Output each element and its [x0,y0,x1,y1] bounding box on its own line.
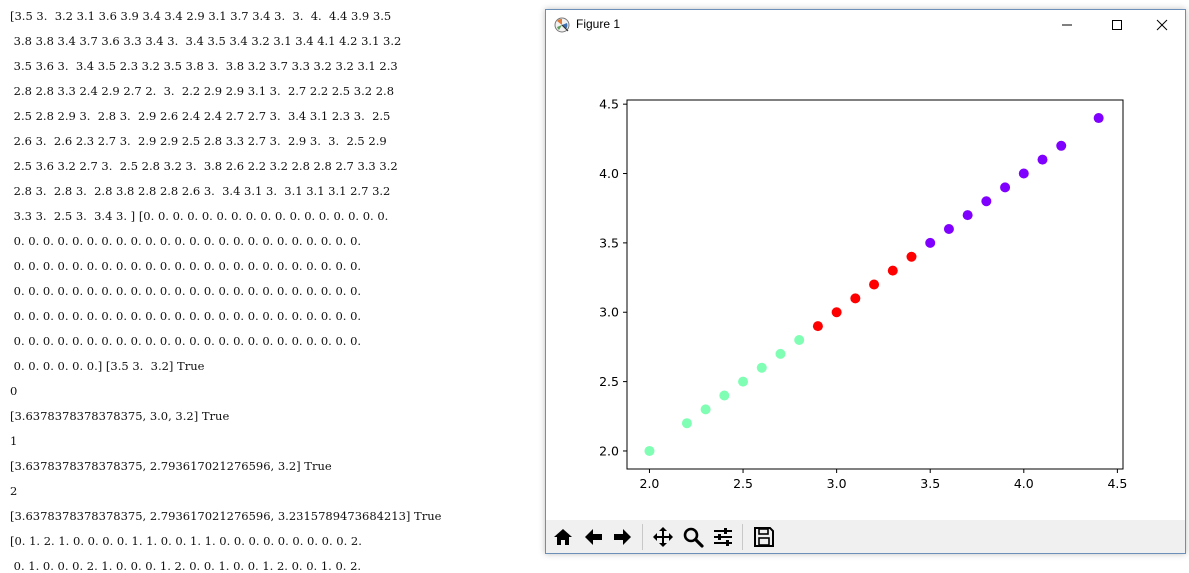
x-tick-label: 3.0 [827,476,847,491]
matplotlib-app-icon [554,17,570,33]
x-tick-label: 4.5 [1107,476,1127,491]
data-point [1093,113,1104,124]
console-line: 1 [10,434,18,448]
console-line: 2.6 3. 2.6 2.3 2.7 3. 2.9 2.9 2.5 2.8 3.… [10,134,387,148]
console-line: 0. 0. 0. 0. 0. 0. 0. 0. 0. 0. 0. 0. 0. 0… [10,259,362,273]
data-point [812,321,823,332]
data-point [794,334,805,345]
console-line: 0. 0. 0. 0. 0. 0. 0. 0. 0. 0. 0. 0. 0. 0… [10,284,362,298]
configure-subplots-icon [714,528,732,546]
data-point [1037,154,1048,165]
back-arrow-icon [585,529,602,545]
plot-area[interactable]: 2.0 2.5 3.0 3.5 4.0 4.5 2.0 2.5 3.0 3.5 4.0 4.5 [546,41,1185,520]
y-tick-label: 4.0 [599,166,619,181]
save-button[interactable] [751,524,777,550]
save-icon [754,527,774,547]
data-point [1056,140,1067,151]
home-button[interactable] [550,524,576,550]
window-title: Figure 1 [576,17,621,31]
minimize-icon [1062,24,1072,26]
data-point [962,210,973,221]
pan-icon [653,527,673,547]
console-line: 3.5 3.6 3. 3.4 3.5 2.3 3.2 3.5 3.8 3. 3.… [10,59,398,73]
data-point [644,445,655,456]
y-tick-label: 2.5 [599,374,619,389]
pan-button[interactable] [650,524,676,550]
data-point [775,348,786,359]
x-tick-label: 3.5 [920,476,940,491]
data-point [943,224,954,235]
console-line: 2.5 3.6 3.2 2.7 3. 2.5 2.8 3.2 3. 3.8 2.… [10,159,398,173]
console-line: [3.6378378378378375, 2.793617021276596, … [10,509,442,523]
data-point [869,279,880,290]
data-point [831,307,842,318]
back-button[interactable] [580,524,606,550]
console-line: 0. 0. 0. 0. 0. 0. 0. 0. 0. 0. 0. 0. 0. 0… [10,234,362,248]
y-tick-label: 2.0 [599,443,619,458]
console-line: 2.8 2.8 3.3 2.4 2.9 2.7 2. 3. 2.2 2.9 2.… [10,84,395,98]
navigation-toolbar [546,520,1185,553]
console-line: 0. 0. 0. 0. 0. 0. 0. 0. 0. 0. 0. 0. 0. 0… [10,334,362,348]
console-output: [3.5 3. 3.2 3.1 3.6 3.9 3.4 3.4 2.9 3.1 … [0,0,545,573]
data-point [1000,182,1011,193]
console-line: 0. 0. 0. 0. 0. 0.] [3.5 3. 3.2] True [10,359,205,373]
console-line: 0 [10,384,18,398]
console-line: [0. 1. 2. 1. 0. 0. 0. 0. 1. 1. 0. 0. 1. … [10,534,362,548]
data-point [719,390,730,401]
home-icon [554,529,572,545]
console-line: 2.8 3. 2.8 3. 2.8 3.8 2.8 2.8 2.6 3. 3.4… [10,184,391,198]
x-tick-label: 2.5 [733,476,753,491]
x-tick-label: 4.0 [1014,476,1034,491]
data-point [887,265,898,276]
maximize-button[interactable] [1094,10,1140,40]
data-point [906,251,917,262]
zoom-icon [683,527,704,548]
maximize-icon [1112,20,1122,30]
console-line: [3.6378378378378375, 2.793617021276596, … [10,459,332,473]
data-point [756,362,767,373]
close-button[interactable] [1139,10,1185,40]
minimize-button[interactable] [1044,10,1090,40]
y-tick-label: 3.0 [599,305,619,320]
title-bar[interactable]: Figure 1 [546,10,1185,41]
data-point [925,237,936,248]
data-point [1018,168,1029,179]
configure-subplots-button[interactable] [710,524,736,550]
data-point [850,293,861,304]
close-icon [1156,19,1168,31]
zoom-button[interactable] [680,524,706,550]
console-line: [3.6378378378378375, 3.0, 3.2] True [10,409,230,423]
forward-button[interactable] [610,524,636,550]
console-line: 0. 0. 0. 0. 0. 0. 0. 0. 0. 0. 0. 0. 0. 0… [10,309,362,323]
scatter-chart[interactable]: 2.0 2.5 3.0 3.5 4.0 4.5 2.0 2.5 3.0 3.5 4.0 4.5 [546,41,1185,520]
x-tick-label: 2.0 [640,476,660,491]
data-point [981,196,992,207]
console-line: 3.3 3. 2.5 3. 3.4 3. ] [0. 0. 0. 0. 0. 0… [10,209,389,223]
y-tick-label: 4.5 [599,97,619,112]
toolbar-separator [642,524,643,550]
data-point [700,404,711,415]
toolbar-separator [742,524,743,550]
console-line: 0. 1. 0. 0. 0. 2. 1. 0. 0. 0. 1. 2. 0. 0… [10,559,362,573]
data-point [738,376,749,387]
console-line: 2.5 2.8 2.9 3. 2.8 3. 2.9 2.6 2.4 2.4 2.… [10,109,391,123]
figure-window: Figure 1 2.0 2.5 3.0 3.5 4.0 4.5 2.0 2.5 3.0 3.5 4… [545,9,1186,554]
data-point [681,418,692,429]
y-tick-label: 3.5 [599,235,619,250]
forward-arrow-icon [614,529,631,545]
console-line: 3.8 3.8 3.4 3.7 3.6 3.3 3.4 3. 3.4 3.5 3… [10,34,402,48]
console-line: 2 [10,484,18,498]
console-line: [3.5 3. 3.2 3.1 3.6 3.9 3.4 3.4 2.9 3.1 … [10,9,392,23]
